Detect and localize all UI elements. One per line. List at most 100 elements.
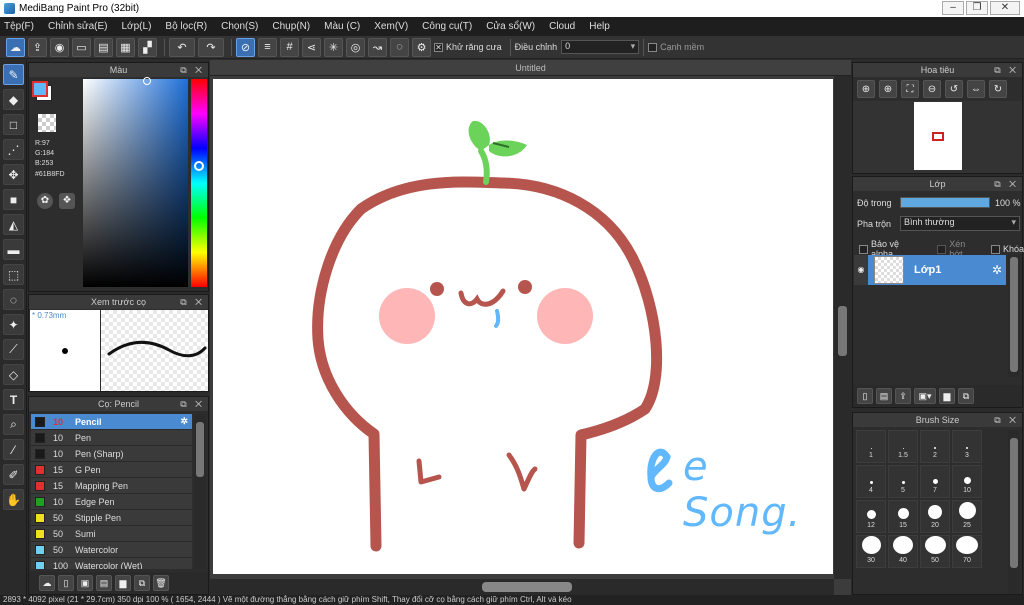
perspective-snap-icon[interactable]: ⋖ [302, 37, 321, 57]
menu-snap[interactable]: Chụp(N) [272, 21, 310, 32]
canvas-vertical-scrollbar[interactable] [834, 76, 851, 579]
smooth-checkbox[interactable] [648, 42, 658, 52]
brush-size-cell[interactable]: 20 [920, 500, 950, 533]
eyedropper-tool-icon[interactable]: ✐ [3, 464, 24, 485]
divide-tool-icon[interactable]: ⁄ [3, 439, 24, 460]
menu-cloud[interactable]: Cloud [549, 21, 575, 32]
fit-window-icon[interactable]: ⛶ [901, 80, 919, 98]
brush-tool-icon[interactable]: ✎ [3, 64, 24, 85]
move-tool-icon[interactable]: ✥ [3, 164, 24, 185]
brush-item[interactable]: 10 Edge Pen [31, 494, 192, 510]
brush-size-cell[interactable]: 5 [888, 465, 918, 498]
color-picker-icon[interactable]: ❖ [59, 193, 75, 209]
layer-row[interactable]: ◉ Lớp1 ✲ [854, 255, 1006, 285]
select-tool-icon[interactable]: ⬚ [3, 264, 24, 285]
panel-buttons[interactable]: ⧉ ✕ [180, 63, 205, 77]
brush-item[interactable]: 10 Pen [31, 430, 192, 446]
zoom-fit-icon[interactable]: ⊕ [857, 80, 875, 98]
folder-icon[interactable]: ▆ [115, 575, 131, 591]
eraser-tool-icon[interactable]: ◆ [3, 89, 24, 110]
select-pen-icon[interactable]: ⟋ [3, 339, 24, 360]
menu-window[interactable]: Cửa sổ(W) [486, 21, 535, 32]
menu-help[interactable]: Help [589, 21, 610, 32]
radial-snap-icon[interactable]: ✳ [324, 37, 343, 57]
rotate-left-icon[interactable]: ↺ [945, 80, 963, 98]
brush-size-cell[interactable]: 40 [888, 535, 918, 568]
curve-snap-icon[interactable]: ↝ [368, 37, 387, 57]
menu-tools[interactable]: Công cụ(T) [422, 21, 472, 32]
comic-icon[interactable]: ▞ [138, 37, 157, 57]
clip-checkbox[interactable] [937, 244, 947, 254]
brush-size-cell[interactable]: 4 [856, 465, 886, 498]
menu-color[interactable]: Màu (C) [324, 21, 360, 32]
snap-settings-icon[interactable]: ⚙ [412, 37, 431, 57]
import-layer-icon[interactable]: ⇪ [895, 388, 911, 404]
gradient-tool-icon[interactable]: ▬ [3, 239, 24, 260]
document-tab[interactable]: Untitled [210, 60, 851, 76]
brush-size-cell[interactable]: 1 [856, 430, 886, 463]
brush-size-cell[interactable]: 10 [952, 465, 982, 498]
panel-buttons[interactable]: ⧉ ✕ [180, 397, 205, 411]
brush-size-cell[interactable]: 3 [952, 430, 982, 463]
palette-icon[interactable]: ✿ [37, 193, 53, 209]
snap-off-icon[interactable]: ⊘ [236, 37, 255, 57]
dot-tool-icon[interactable]: ⋰ [3, 139, 24, 160]
zoom-out-icon[interactable]: ⊖ [923, 80, 941, 98]
pages-icon[interactable]: ▦ [116, 37, 135, 57]
brush-item[interactable]: 15 G Pen [31, 462, 192, 478]
panel-buttons[interactable]: ⧉ ✕ [994, 177, 1019, 191]
brush-size-cell[interactable]: 50 [920, 535, 950, 568]
new-brush-icon[interactable]: ▯ [58, 575, 74, 591]
duplicate-icon[interactable]: ⧉ [134, 575, 150, 591]
rotate-right-icon[interactable]: ↻ [989, 80, 1007, 98]
comment-icon[interactable]: ◉ [50, 37, 69, 57]
duplicate-layer-icon[interactable]: ⧉ [958, 388, 974, 404]
scroll-thumb[interactable] [482, 582, 572, 592]
brush-size-cell[interactable]: 12 [856, 500, 886, 533]
brush-size-scrollbar[interactable] [1008, 430, 1020, 593]
menu-edit[interactable]: Chỉnh sửa(E) [48, 21, 108, 32]
brush-item[interactable]: 50 Sumi [31, 526, 192, 542]
zoom-in-icon[interactable]: ⊕ [879, 80, 897, 98]
transparent-swatch[interactable] [38, 114, 56, 132]
menu-filter[interactable]: Bộ lọc(R) [165, 21, 207, 32]
eye-icon[interactable]: ◉ [854, 255, 868, 285]
brush-size-cell[interactable]: 2 [920, 430, 950, 463]
redo-icon[interactable]: ↷ [198, 37, 224, 57]
parallel-snap-icon[interactable]: ≡ [258, 37, 277, 57]
add-layer-menu-icon[interactable]: ▣▾ [914, 388, 936, 404]
fill-rect-tool-icon[interactable]: ■ [3, 189, 24, 210]
navigator-view[interactable] [853, 101, 1022, 173]
brush-item[interactable]: 10 Pen (Sharp) [31, 446, 192, 462]
menu-file[interactable]: Tệp(F) [4, 21, 34, 32]
saturation-value-field[interactable] [83, 77, 188, 287]
panel-buttons[interactable]: ⧉ ✕ [180, 295, 205, 309]
close-button[interactable]: ✕ [990, 1, 1020, 15]
new-8bit-layer-icon[interactable]: ▤ [876, 388, 892, 404]
text-tool-icon[interactable]: T [3, 389, 24, 410]
flip-icon[interactable]: ⇔ [967, 80, 985, 98]
chat-icon[interactable]: ▭ [72, 37, 91, 57]
cloud-icon[interactable]: ☁ [6, 37, 25, 57]
undo-icon[interactable]: ↶ [169, 37, 195, 57]
brush-props-icon[interactable]: ▤ [96, 575, 112, 591]
lasso-tool-icon[interactable]: ◌ [3, 289, 24, 310]
navigator-viewport[interactable] [932, 132, 944, 141]
panel-buttons[interactable]: ⧉ ✕ [994, 413, 1019, 427]
fg-color-swatch[interactable] [32, 81, 48, 97]
hue-slider[interactable] [191, 79, 207, 287]
menu-view[interactable]: Xem(V) [374, 21, 408, 32]
export-icon[interactable]: ⇪ [28, 37, 47, 57]
brush-size-cell[interactable]: 25 [952, 500, 982, 533]
brush-size-cell[interactable]: 1.5 [888, 430, 918, 463]
brush-size-cell[interactable]: 7 [920, 465, 950, 498]
adjust-select[interactable]: 0 [561, 40, 640, 54]
brush-item[interactable]: 10 Pencil ✲ [31, 414, 192, 430]
cloud-brush-icon[interactable]: ☁ [39, 575, 55, 591]
brush-item[interactable]: 100 Watercolor (Wet) [31, 558, 192, 569]
gear-icon[interactable]: ✲ [180, 416, 188, 427]
add-brush-icon[interactable]: ▣ [77, 575, 93, 591]
circle-snap-icon[interactable]: ◎ [346, 37, 365, 57]
canvas-horizontal-scrollbar[interactable] [210, 579, 834, 595]
ellipse-snap-icon[interactable]: ◌ [390, 37, 409, 57]
